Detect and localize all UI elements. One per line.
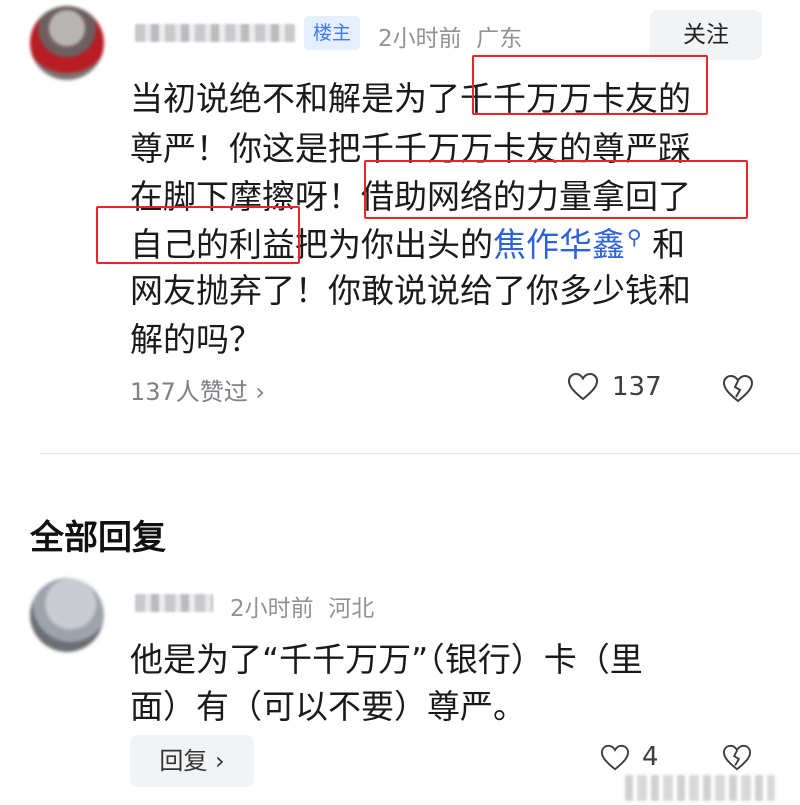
reply-time: 2小时前 bbox=[230, 596, 314, 622]
like-button[interactable] bbox=[567, 372, 599, 406]
reply-line: 面）有（可以不要）尊严。 bbox=[130, 687, 526, 726]
op-badge: 楼主 bbox=[304, 16, 360, 50]
comment-time: 2小时前 bbox=[378, 26, 462, 52]
author-avatar[interactable] bbox=[30, 6, 104, 80]
reply-location: 河北 bbox=[328, 596, 375, 622]
heart-outline-icon bbox=[567, 372, 599, 401]
highlight-box bbox=[472, 55, 708, 115]
comment-meta: 2小时前 广东 bbox=[378, 19, 522, 53]
author-name-blurred[interactable] bbox=[135, 24, 295, 42]
comment-line: 网友抛弃了！你敢说说给了你多少钱和 bbox=[130, 271, 691, 310]
comment-location: 广东 bbox=[476, 26, 523, 52]
comment-text: 和 bbox=[652, 225, 686, 264]
reply-meta: 2小时前 河北 bbox=[230, 589, 374, 623]
comment-line: 解的吗？ bbox=[130, 320, 262, 359]
search-icon[interactable]: ⚲ bbox=[627, 225, 642, 249]
reply-author-blurred[interactable] bbox=[135, 594, 213, 612]
highlight-box bbox=[364, 160, 748, 219]
reply-line: 他是为了“千千万万”（银行）卡（里 bbox=[130, 640, 643, 679]
entity-link[interactable]: 焦作华鑫 bbox=[493, 225, 625, 264]
reply-like-button[interactable] bbox=[600, 744, 630, 776]
divider bbox=[40, 453, 800, 454]
heart-outline-icon bbox=[600, 744, 630, 771]
follow-button[interactable]: 关注 bbox=[650, 10, 762, 60]
broken-heart-icon bbox=[722, 374, 754, 403]
section-title: 全部回复 bbox=[30, 518, 166, 558]
reply-avatar[interactable] bbox=[30, 578, 104, 652]
broken-heart-icon bbox=[722, 744, 752, 771]
like-count: 137 bbox=[612, 372, 662, 402]
reply-button[interactable]: 回复 › bbox=[130, 735, 254, 787]
likes-list-link[interactable]: 137人赞过 › bbox=[130, 372, 265, 407]
highlight-box bbox=[96, 206, 300, 264]
reply-like-count: 4 bbox=[642, 742, 659, 772]
watermark bbox=[625, 775, 775, 801]
reply-dislike-button[interactable] bbox=[722, 744, 752, 776]
dislike-button[interactable] bbox=[722, 374, 754, 408]
